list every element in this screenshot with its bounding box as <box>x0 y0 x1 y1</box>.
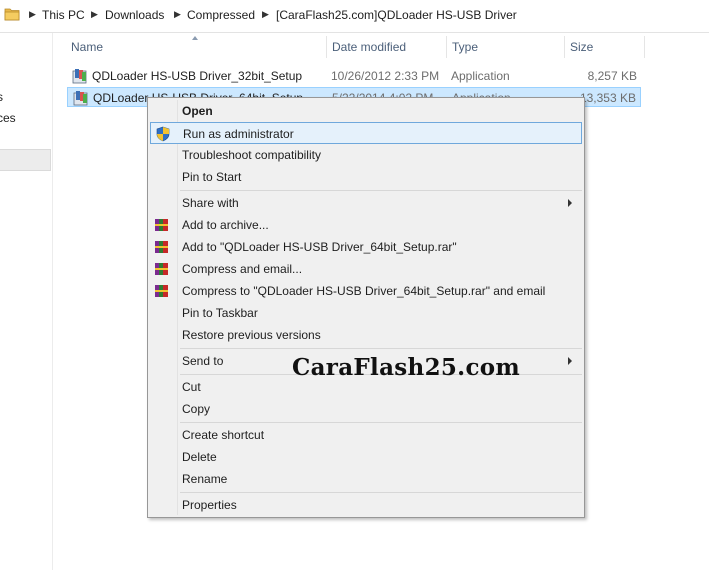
menu-item-label: Pin to Start <box>182 170 242 184</box>
menu-item-label: Share with <box>182 196 239 210</box>
installer-app-icon <box>73 91 88 106</box>
uac-shield-icon <box>156 126 170 142</box>
nav-item-selected[interactable] <box>0 149 51 171</box>
menu-separator <box>180 190 582 191</box>
watermark-text: CaraFlash25.com <box>292 354 521 381</box>
menu-item-label: Delete <box>182 450 217 464</box>
menu-item-pin-to-taskbar[interactable]: Pin to Taskbar <box>150 302 582 324</box>
menu-item-properties[interactable]: Properties <box>150 494 582 516</box>
menu-item-label: Rename <box>182 472 228 486</box>
file-size: 8,257 KB <box>587 69 637 83</box>
column-header-name[interactable]: Name <box>65 36 327 58</box>
menu-separator <box>180 348 582 349</box>
menu-item-pin-to-start[interactable]: Pin to Start <box>150 166 582 188</box>
menu-item-run-as-administrator[interactable]: Run as administrator <box>150 122 582 144</box>
breadcrumb-current-folder[interactable]: [CaraFlash25.com]QDLoader HS-USB Driver <box>276 8 517 22</box>
menu-item-label: Pin to Taskbar <box>182 306 258 320</box>
nav-item[interactable]: ces <box>0 111 16 125</box>
winrar-books-icon <box>155 219 168 231</box>
breadcrumb-chevron-icon[interactable]: ▶ <box>91 9 98 20</box>
menu-item-label: Run as administrator <box>183 127 294 141</box>
menu-item-rename[interactable]: Rename <box>150 468 582 490</box>
column-header-date-modified[interactable]: Date modified <box>326 36 446 58</box>
file-row[interactable]: QDLoader HS-USB Driver_32bit_Setup 10/26… <box>67 66 641 86</box>
column-header-type[interactable]: Type <box>446 36 564 58</box>
installer-app-icon <box>72 69 87 84</box>
file-size: 13,353 KB <box>579 91 636 105</box>
menu-item-label: Add to "QDLoader HS-USB Driver_64bit_Set… <box>182 240 457 254</box>
folder-icon <box>4 8 20 21</box>
breadcrumb-chevron-icon[interactable]: ▶ <box>174 9 181 20</box>
menu-item-label: Cut <box>182 380 201 394</box>
navigation-pane[interactable]: s ces <box>0 33 53 570</box>
winrar-books-icon <box>155 263 168 275</box>
menu-item-label: Restore previous versions <box>182 328 321 342</box>
menu-item-add-to-rar[interactable]: Add to "QDLoader HS-USB Driver_64bit_Set… <box>150 236 582 258</box>
winrar-books-icon <box>155 241 168 253</box>
menu-item-delete[interactable]: Delete <box>150 446 582 468</box>
menu-item-label: Open <box>182 104 213 118</box>
file-type: Application <box>451 69 510 83</box>
menu-item-add-to-archive[interactable]: Add to archive... <box>150 214 582 236</box>
winrar-books-icon <box>155 285 168 297</box>
file-date: 10/26/2012 2:33 PM <box>331 69 440 83</box>
menu-item-create-shortcut[interactable]: Create shortcut <box>150 424 582 446</box>
menu-separator <box>180 492 582 493</box>
menu-item-label: Compress and email... <box>182 262 303 276</box>
breadcrumb-this-pc[interactable]: This PC <box>42 8 85 22</box>
menu-item-label: Send to <box>182 354 224 368</box>
menu-item-label: Create shortcut <box>182 428 265 442</box>
menu-item-label: Add to archive... <box>182 218 269 232</box>
column-header-size[interactable]: Size <box>564 36 644 58</box>
breadcrumb-chevron-icon[interactable]: ▶ <box>262 9 269 20</box>
menu-item-restore-previous-versions[interactable]: Restore previous versions <box>150 324 582 346</box>
menu-item-label: Troubleshoot compatibility <box>182 148 321 162</box>
column-divider[interactable] <box>644 36 645 58</box>
breadcrumb-downloads[interactable]: Downloads <box>105 8 164 22</box>
submenu-arrow-icon <box>568 357 572 365</box>
menu-item-share-with[interactable]: Share with <box>150 192 582 214</box>
menu-item-copy[interactable]: Copy <box>150 398 582 420</box>
file-name: QDLoader HS-USB Driver_32bit_Setup <box>92 69 303 83</box>
menu-item-label: Properties <box>182 498 237 512</box>
menu-item-label: Compress to "QDLoader HS-USB Driver_64bi… <box>182 284 546 298</box>
address-bar[interactable]: ▶ This PC ▶ Downloads ▶ Compressed ▶ [Ca… <box>0 0 709 33</box>
menu-item-troubleshoot-compatibility[interactable]: Troubleshoot compatibility <box>150 144 582 166</box>
menu-item-compress-rar-and-email[interactable]: Compress to "QDLoader HS-USB Driver_64bi… <box>150 280 582 302</box>
submenu-arrow-icon <box>568 199 572 207</box>
menu-separator <box>180 422 582 423</box>
nav-item[interactable]: s <box>0 90 3 104</box>
menu-item-label: Copy <box>182 402 211 416</box>
context-menu[interactable]: Open Run as administrator Troubleshoot c… <box>147 97 585 518</box>
menu-item-open[interactable]: Open <box>150 100 582 122</box>
breadcrumb-chevron-icon[interactable]: ▶ <box>29 9 36 20</box>
menu-item-compress-and-email[interactable]: Compress and email... <box>150 258 582 280</box>
breadcrumb-compressed[interactable]: Compressed <box>187 8 255 22</box>
